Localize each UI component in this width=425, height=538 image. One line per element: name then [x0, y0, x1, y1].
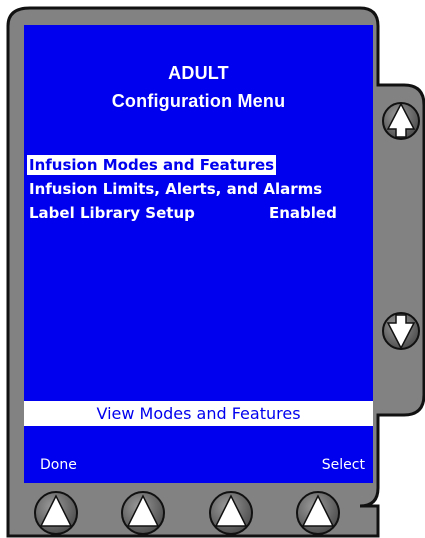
softkey-4-button[interactable] [296, 491, 340, 535]
softkey-1-button[interactable] [34, 491, 78, 535]
scroll-up-button[interactable] [382, 102, 420, 140]
softkey-3-button[interactable] [209, 491, 253, 535]
menu-title: Configuration Menu [111, 91, 286, 111]
menu-item-infusion-limits[interactable]: Infusion Limits, Alerts, and Alarms [27, 179, 324, 199]
label-library-status: Enabled [269, 204, 337, 222]
softkey-2-button[interactable] [121, 491, 165, 535]
softkey-select-label: Select [321, 457, 365, 473]
menu-item-infusion-modes[interactable]: Infusion Modes and Features [27, 155, 277, 175]
profile-title: ADULT [168, 63, 229, 83]
scroll-down-button[interactable] [382, 312, 420, 350]
menu-item-label-library[interactable]: Label Library Setup [27, 203, 197, 223]
display-screen: ADULT Configuration Menu Infusion Modes … [24, 25, 373, 483]
status-bar: View Modes and Features [24, 401, 373, 426]
softkey-done-label: Done [40, 457, 77, 473]
